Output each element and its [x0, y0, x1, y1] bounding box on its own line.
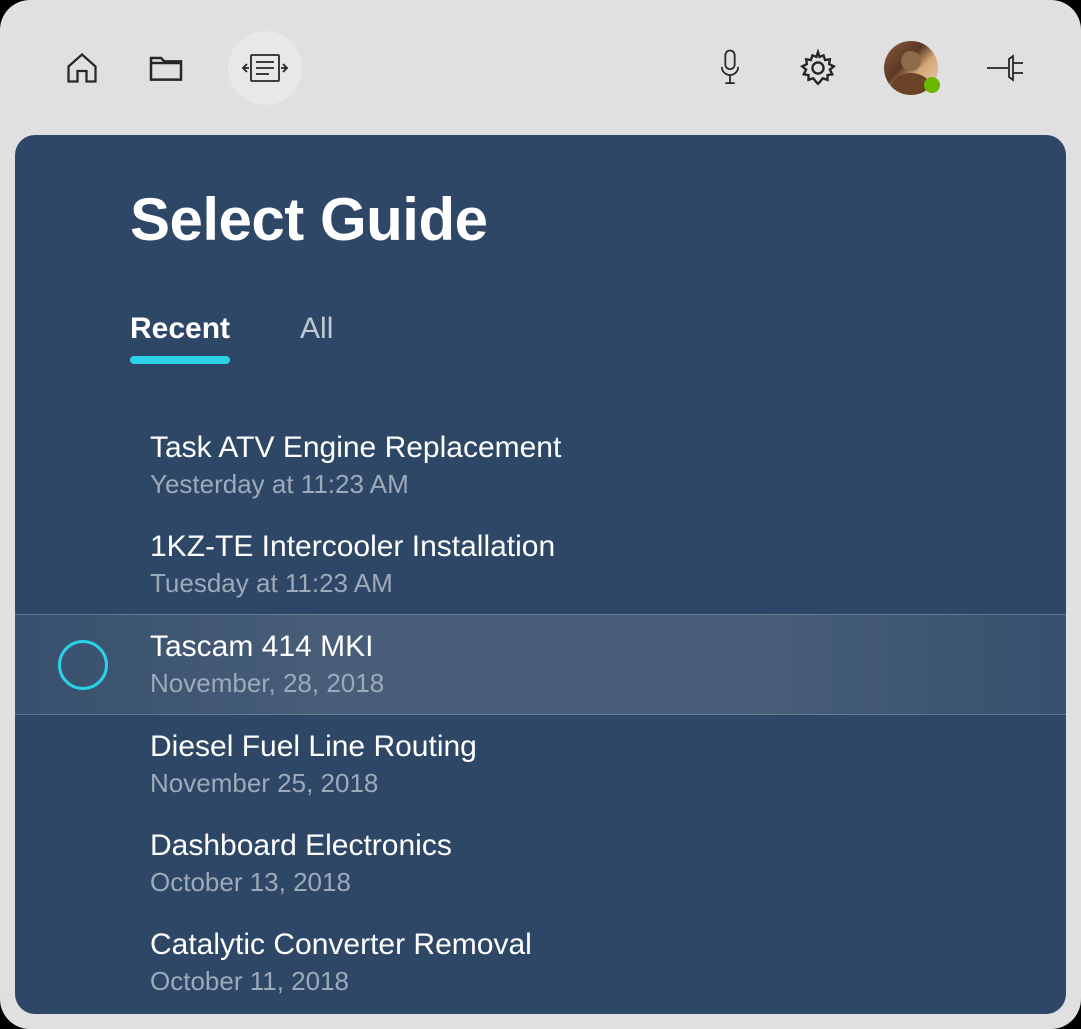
guide-icon	[241, 51, 289, 85]
guide-title: Task ATV Engine Replacement	[150, 431, 1066, 465]
folder-button[interactable]	[144, 46, 188, 90]
radio-indicator	[58, 640, 108, 690]
guide-list: Task ATV Engine Replacement Yesterday at…	[15, 416, 1066, 1012]
list-item[interactable]: 1KZ-TE Intercooler Installation Tuesday …	[15, 515, 1066, 614]
guide-date: Yesterday at 11:23 AM	[150, 469, 1066, 500]
guide-title: Catalytic Converter Removal	[150, 928, 1066, 962]
list-item[interactable]: Catalytic Converter Removal October 11, …	[15, 913, 1066, 1012]
guide-button[interactable]	[228, 31, 302, 105]
select-guide-panel: Select Guide Recent All Task ATV Engine …	[15, 135, 1066, 1014]
pin-button[interactable]	[982, 46, 1026, 90]
pin-icon	[983, 53, 1025, 83]
guide-date: Tuesday at 11:23 AM	[150, 568, 1066, 599]
toolbar-left	[60, 31, 302, 105]
guide-date: October 13, 2018	[150, 867, 1066, 898]
tab-all[interactable]: All	[300, 312, 333, 360]
tab-recent[interactable]: Recent	[130, 312, 230, 360]
list-item[interactable]: Diesel Fuel Line Routing November 25, 20…	[15, 715, 1066, 814]
guide-date: November 25, 2018	[150, 768, 1066, 799]
tabs: Recent All	[15, 312, 1066, 360]
toolbar	[0, 0, 1081, 135]
guide-title: Diesel Fuel Line Routing	[150, 730, 1066, 764]
microphone-button[interactable]	[708, 46, 752, 90]
user-avatar-button[interactable]	[884, 41, 938, 95]
guide-title: Tascam 414 MKI	[150, 630, 1066, 664]
list-item[interactable]: Dashboard Electronics October 13, 2018	[15, 814, 1066, 913]
page-title: Select Guide	[15, 185, 1066, 254]
list-item[interactable]: Tascam 414 MKI November, 28, 2018	[15, 614, 1066, 715]
presence-indicator	[924, 77, 940, 93]
guide-title: 1KZ-TE Intercooler Installation	[150, 530, 1066, 564]
toolbar-right	[708, 41, 1026, 95]
home-button[interactable]	[60, 46, 104, 90]
home-icon	[64, 50, 100, 86]
settings-button[interactable]	[796, 46, 840, 90]
guide-title: Dashboard Electronics	[150, 829, 1066, 863]
gear-icon	[799, 49, 837, 87]
microphone-icon	[716, 48, 744, 88]
folder-icon	[146, 48, 186, 88]
guide-date: October 11, 2018	[150, 966, 1066, 997]
app-window: Select Guide Recent All Task ATV Engine …	[0, 0, 1081, 1029]
list-item[interactable]: Task ATV Engine Replacement Yesterday at…	[15, 416, 1066, 515]
guide-date: November, 28, 2018	[150, 668, 1066, 699]
